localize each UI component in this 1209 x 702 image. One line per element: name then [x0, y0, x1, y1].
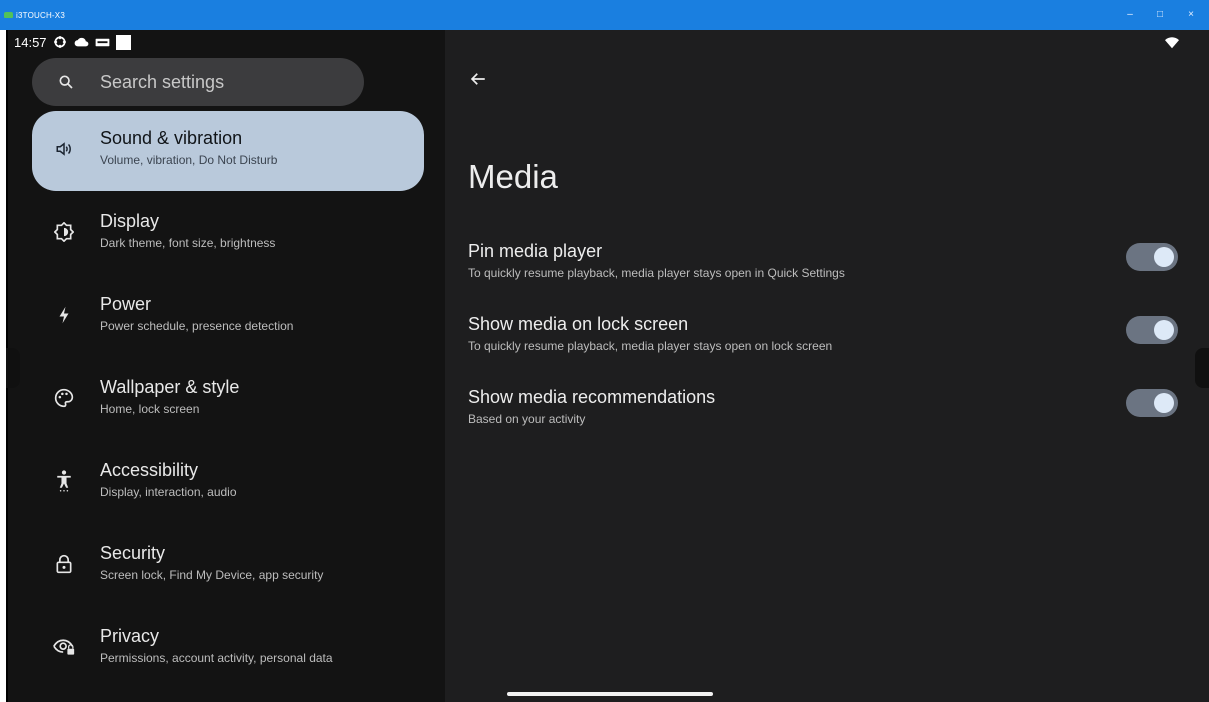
settings-item-summary: Power schedule, presence detection — [100, 319, 294, 333]
settings-item-summary: Permissions, account activity, personal … — [100, 651, 333, 665]
window-title: i3TOUCH-X3 — [16, 11, 65, 20]
wifi-icon — [1165, 36, 1179, 54]
pref-summary: To quickly resume playback, media player… — [468, 266, 845, 280]
privacy-eye-icon — [52, 635, 76, 659]
brightness-icon — [52, 220, 76, 244]
settings-item-privacy[interactable]: Privacy Permissions, account activity, p… — [32, 609, 424, 689]
pref-title: Show media recommendations — [468, 387, 716, 407]
settings-item-label: Security — [100, 543, 166, 563]
gesture-nav-bar[interactable] — [507, 692, 713, 696]
settings-item-display[interactable]: Display Dark theme, font size, brightnes… — [32, 194, 424, 274]
show-media-recommendations-toggle[interactable] — [1126, 389, 1178, 417]
settings-item-summary: Home, lock screen — [100, 402, 200, 416]
device-screen: 14:57 Search settings Sound & vibration … — [6, 30, 1209, 702]
settings-item-label: Privacy — [100, 626, 160, 646]
bolt-icon — [52, 303, 76, 327]
settings-item-sound-vibration[interactable]: Sound & vibration Volume, vibration, Do … — [32, 111, 424, 191]
status-time: 14:57 — [14, 34, 47, 50]
settings-item-power[interactable]: Power Power schedule, presence detection — [32, 277, 424, 357]
search-settings-bar[interactable]: Search settings — [32, 58, 364, 106]
status-bar: 14:57 — [14, 32, 131, 52]
pin-media-player-toggle[interactable] — [1126, 243, 1178, 271]
keyboard-icon — [95, 35, 110, 50]
pref-title: Pin media player — [468, 241, 603, 261]
minimize-button[interactable]: – — [1123, 9, 1137, 21]
settings-item-label: Wallpaper & style — [100, 377, 240, 397]
page-title: Media — [468, 158, 558, 195]
palette-icon — [52, 386, 76, 410]
settings-item-label: Sound & vibration — [100, 128, 243, 148]
settings-item-summary: Dark theme, font size, brightness — [100, 236, 276, 250]
android-app-icon — [4, 12, 13, 18]
maximize-button[interactable]: □ — [1153, 9, 1167, 21]
pref-pin-media-player[interactable]: Pin media player To quickly resume playb… — [468, 241, 1188, 293]
back-arrow-icon[interactable] — [469, 70, 487, 93]
settings-item-summary: Volume, vibration, Do Not Disturb — [100, 153, 278, 167]
media-settings-pane: Media Pin media player To quickly resume… — [445, 30, 1209, 702]
settings-item-label: Accessibility — [100, 460, 199, 480]
lock-icon — [52, 552, 76, 576]
settings-gear-icon — [53, 35, 68, 50]
right-edge-handle[interactable] — [1195, 348, 1209, 388]
toggle-knob — [1154, 247, 1174, 267]
settings-item-security[interactable]: Security Screen lock, Find My Device, ap… — [32, 526, 424, 606]
settings-item-summary: Display, interaction, audio — [100, 485, 237, 499]
toggle-knob — [1154, 393, 1174, 413]
search-placeholder: Search settings — [100, 72, 225, 92]
pref-title: Show media on lock screen — [468, 314, 689, 334]
toggle-knob — [1154, 320, 1174, 340]
volume-icon — [52, 137, 76, 161]
pref-summary: To quickly resume playback, media player… — [468, 339, 833, 353]
settings-item-summary: Screen lock, Find My Device, app securit… — [100, 568, 324, 582]
cloud-icon — [74, 35, 89, 50]
settings-list-pane: 14:57 Search settings Sound & vibration … — [8, 30, 445, 702]
accessibility-icon — [52, 469, 76, 493]
pref-show-media-lock-screen[interactable]: Show media on lock screen To quickly res… — [468, 314, 1188, 366]
pref-show-media-recommendations[interactable]: Show media recommendations Based on your… — [468, 387, 1188, 439]
settings-item-label: Power — [100, 294, 152, 314]
search-icon — [58, 74, 74, 95]
settings-item-accessibility[interactable]: Accessibility Display, interaction, audi… — [32, 443, 424, 523]
blank-square-icon — [115, 34, 131, 50]
settings-item-label: Display — [100, 211, 160, 231]
show-media-lock-screen-toggle[interactable] — [1126, 316, 1178, 344]
settings-item-wallpaper-style[interactable]: Wallpaper & style Home, lock screen — [32, 360, 424, 440]
window-titlebar: i3TOUCH-X3 – □ × — [0, 0, 1209, 30]
close-button[interactable]: × — [1184, 9, 1198, 21]
pref-summary: Based on your activity — [468, 412, 586, 426]
left-edge-handle[interactable] — [6, 348, 20, 388]
